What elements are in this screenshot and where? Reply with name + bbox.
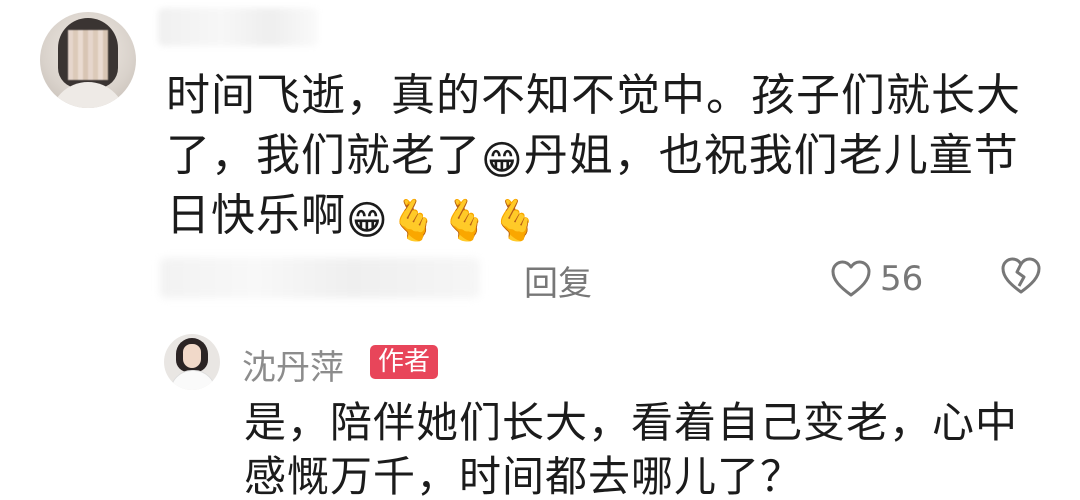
comment-date-blurred (160, 258, 480, 298)
commenter-avatar[interactable] (40, 12, 136, 108)
reply-body[interactable]: 是，陪伴她们长大，看着自己变老，心中感慨万千，时间都去哪儿了？ (244, 396, 1044, 500)
reply-button[interactable]: 回复 (524, 256, 592, 305)
author-badge: 作者 (370, 345, 439, 379)
avatar-body (170, 370, 216, 390)
grin-emoji-icon: 😁 (346, 198, 389, 244)
heart-hand-emoji-icon: 🫰 (439, 198, 491, 244)
like-count: 56 (880, 259, 924, 299)
avatar-face (183, 344, 201, 368)
heart-hand-emoji-icon: 🫰 (490, 198, 542, 244)
author-name[interactable]: 沈丹萍 (242, 340, 344, 389)
commenter-name-blurred[interactable] (158, 8, 318, 46)
heart-hand-emoji-icon: 🫰 (388, 198, 440, 244)
avatar-face-blurred (68, 30, 108, 80)
avatar-body (50, 82, 126, 108)
dislike-button[interactable] (1000, 256, 1042, 300)
comment-meta-row: 回复 56 (160, 252, 1042, 306)
broken-heart-icon (1001, 257, 1041, 294)
comment-thread: 时间飞逝，真的不知不觉中。孩子们就长大了，我们就老了😁丹姐，也祝我们老儿童节日快… (0, 0, 1080, 500)
like-button[interactable]: 56 (830, 254, 923, 304)
grin-emoji-icon: 😁 (481, 138, 524, 184)
author-avatar[interactable] (164, 334, 220, 390)
comment-body[interactable]: 时间飞逝，真的不知不觉中。孩子们就长大了，我们就老了😁丹姐，也祝我们老儿童节日快… (166, 66, 1046, 246)
heart-outline-icon (831, 260, 871, 297)
